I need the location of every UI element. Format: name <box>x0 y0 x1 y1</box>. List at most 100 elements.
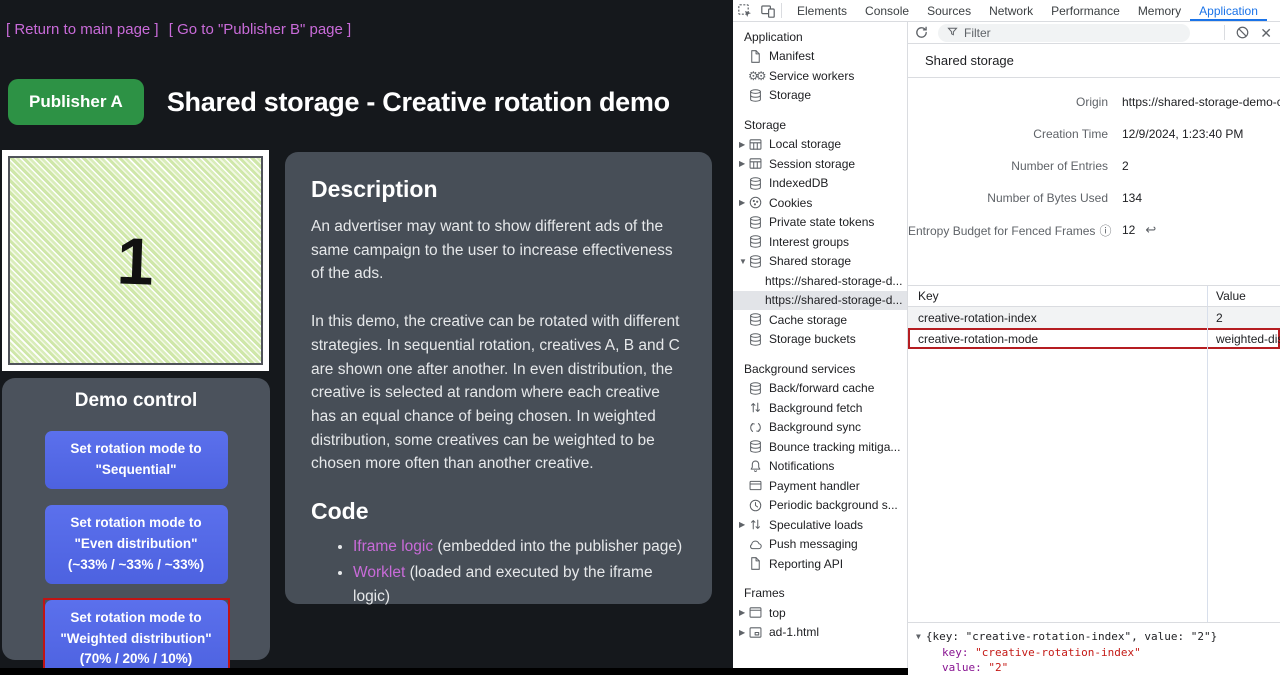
reset-budget-icon[interactable]: ↩ <box>1145 222 1156 238</box>
chevron-right-icon[interactable]: ▶ <box>733 608 748 617</box>
sidebar-item-private-state-tokens[interactable]: Private state tokens <box>733 213 907 233</box>
chevron-down-icon[interactable]: ▼ <box>733 257 748 266</box>
demo-buttons: Set rotation mode to"Sequential"Set rota… <box>2 429 270 668</box>
table-row-creative-rotation-mode[interactable]: creative-rotation-modeweighted-dist <box>908 328 1280 349</box>
set-rotation-mode-button-2[interactable]: Set rotation mode to"Even distribution"(… <box>45 505 228 584</box>
tab-sources[interactable]: Sources <box>918 0 980 21</box>
sidebar-item-cookies[interactable]: ▶ Cookies <box>733 193 907 213</box>
sidebar-item-interest-groups[interactable]: Interest groups <box>733 232 907 252</box>
sidebar-item-label: Push messaging <box>769 537 858 551</box>
sidebar-item-payment-handler[interactable]: Payment handler <box>733 476 907 496</box>
clear-block-icon[interactable] <box>1235 25 1250 40</box>
database-icon <box>748 312 763 327</box>
set-rotation-mode-button-3[interactable]: Set rotation mode to"Weighted distributi… <box>45 600 228 668</box>
table-rows: creative-rotation-index2creative-rotatio… <box>908 307 1280 349</box>
device-toolbar-icon[interactable] <box>760 3 776 19</box>
chevron-right-icon[interactable]: ▶ <box>733 198 748 207</box>
filter-input[interactable] <box>964 26 1182 40</box>
metadata-label: Entropy Budget for Fenced Framesⓘ <box>908 222 1108 239</box>
sidebar-item-back-forward-cache[interactable]: Back/forward cache <box>733 379 907 399</box>
code-heading: Code <box>311 498 686 525</box>
application-sidebar: Application Manifest⚙⚙Service workersSto… <box>733 22 908 668</box>
chevron-right-icon[interactable]: ▶ <box>733 159 748 168</box>
sidebar-item-label: Reporting API <box>769 557 843 571</box>
worklet-link[interactable]: Worklet <box>353 564 405 581</box>
button-label-line: "Sequential" <box>49 460 224 481</box>
metadata-label: Number of Bytes Used <box>908 191 1108 205</box>
sidebar-item-shared-storage[interactable]: ▼Shared storage <box>733 252 907 272</box>
key-column-header[interactable]: Key <box>908 286 1208 306</box>
database-icon <box>748 332 763 347</box>
sidebar-item-ad-1-html[interactable]: ▶ad-1.html <box>733 623 907 643</box>
preview-summary-text: {key: "creative-rotation-index", value: … <box>926 629 1217 645</box>
publisher-b-link[interactable]: [ Go to "Publisher B" page ] <box>169 21 351 38</box>
refresh-icon[interactable] <box>914 25 929 40</box>
sidebar-item-label: Speculative loads <box>769 518 863 532</box>
tab-application[interactable]: Application <box>1190 0 1267 21</box>
sidebar-item-https-shared-storage-d[interactable]: https://shared-storage-d... <box>733 291 907 311</box>
return-to-main-link[interactable]: [ Return to main page ] <box>6 21 159 38</box>
sidebar-item-manifest[interactable]: Manifest <box>733 47 907 67</box>
sidebar-item-session-storage[interactable]: ▶Session storage <box>733 154 907 174</box>
button-label-line: Set rotation mode to <box>49 608 224 629</box>
table-row-creative-rotation-index[interactable]: creative-rotation-index2 <box>908 307 1280 328</box>
metadata-value: 12 <box>1122 223 1135 237</box>
preview-property: key: "creative-rotation-index" <box>916 645 1280 661</box>
sidebar-item-label: Service workers <box>769 69 854 83</box>
fetch-icon <box>748 400 763 415</box>
sidebar-item-periodic-background-s[interactable]: Periodic background s... <box>733 496 907 516</box>
table-icon <box>748 156 763 171</box>
value-column-header[interactable]: Value <box>1208 286 1280 306</box>
sidebar-item-speculative-loads[interactable]: ▶ Speculative loads <box>733 515 907 535</box>
chevron-right-icon[interactable]: ▶ <box>733 628 748 637</box>
iframe-logic-link[interactable]: Iframe logic <box>353 538 433 555</box>
code-list: Iframe logic (embedded into the publishe… <box>311 535 686 608</box>
tab-console[interactable]: Console <box>856 0 918 21</box>
chevron-right-icon[interactable]: ▶ <box>733 140 748 149</box>
sidebar-item-cache-storage[interactable]: Cache storage <box>733 310 907 330</box>
button-label-line: "Even distribution" <box>49 534 224 555</box>
tab-memory[interactable]: Memory <box>1129 0 1190 21</box>
chevron-right-icon[interactable]: ▶ <box>733 520 748 529</box>
sidebar-item-label: Bounce tracking mitiga... <box>769 440 900 454</box>
sidebar-item-bounce-tracking-mitiga[interactable]: Bounce tracking mitiga... <box>733 437 907 457</box>
tab-network[interactable]: Network <box>980 0 1042 21</box>
sidebar-section-application-title: Application <box>733 27 907 47</box>
code-item-text: (embedded into the publisher page) <box>433 538 682 555</box>
sidebar-item-indexeddb[interactable]: IndexedDB <box>733 174 907 194</box>
sidebar-item-background-fetch[interactable]: Background fetch <box>733 398 907 418</box>
sidebar-item-label: Notifications <box>769 459 834 473</box>
sidebar-item-top[interactable]: ▶ top <box>733 603 907 623</box>
sidebar-item-label: top <box>769 606 786 620</box>
sidebar-item-notifications[interactable]: Notifications <box>733 457 907 477</box>
sidebar-item-local-storage[interactable]: ▶Local storage <box>733 135 907 155</box>
value-column-filler <box>1208 349 1280 622</box>
sidebar-item-storage-buckets[interactable]: Storage buckets <box>733 330 907 350</box>
sidebar-item-reporting-api[interactable]: Reporting API <box>733 554 907 574</box>
toolbar-separator <box>781 3 782 18</box>
sidebar-item-label: Cookies <box>769 196 812 210</box>
sidebar-item-https-shared-storage-d[interactable]: https://shared-storage-d... <box>733 271 907 291</box>
metadata-label: Creation Time <box>908 127 1108 141</box>
inspect-element-icon[interactable] <box>737 3 753 19</box>
description-heading: Description <box>311 176 686 203</box>
storage-items-table: Key Value creative-rotation-index2creati… <box>908 285 1280 622</box>
tab-performance[interactable]: Performance <box>1042 0 1129 21</box>
set-rotation-mode-button-1[interactable]: Set rotation mode to"Sequential" <box>45 431 228 489</box>
tab-elements[interactable]: Elements <box>788 0 856 21</box>
info-icon[interactable]: ⓘ <box>1099 224 1111 238</box>
sidebar-item-service-workers[interactable]: ⚙⚙Service workers <box>733 66 907 86</box>
sidebar-item-background-sync[interactable]: Background sync <box>733 418 907 438</box>
expand-triangle-icon[interactable]: ▼ <box>916 629 921 645</box>
devtools-window: ElementsConsoleSourcesNetworkPerformance… <box>733 0 1280 675</box>
close-icon[interactable]: ✕ <box>1260 26 1272 40</box>
database-icon <box>748 88 763 103</box>
sidebar-item-label: https://shared-storage-d... <box>765 274 902 288</box>
table-header-row: Key Value <box>908 286 1280 307</box>
preview-property-name: value: <box>942 661 988 674</box>
sidebar-item-storage[interactable]: Storage <box>733 86 907 106</box>
sidebar-item-label: Manifest <box>769 49 814 63</box>
sidebar-item-label: IndexedDB <box>769 176 828 190</box>
metadata-row-entropy-budget-for-fenced-frames: Entropy Budget for Fenced Framesⓘ 12 ↩ <box>908 214 1280 246</box>
sidebar-item-push-messaging[interactable]: Push messaging <box>733 535 907 555</box>
